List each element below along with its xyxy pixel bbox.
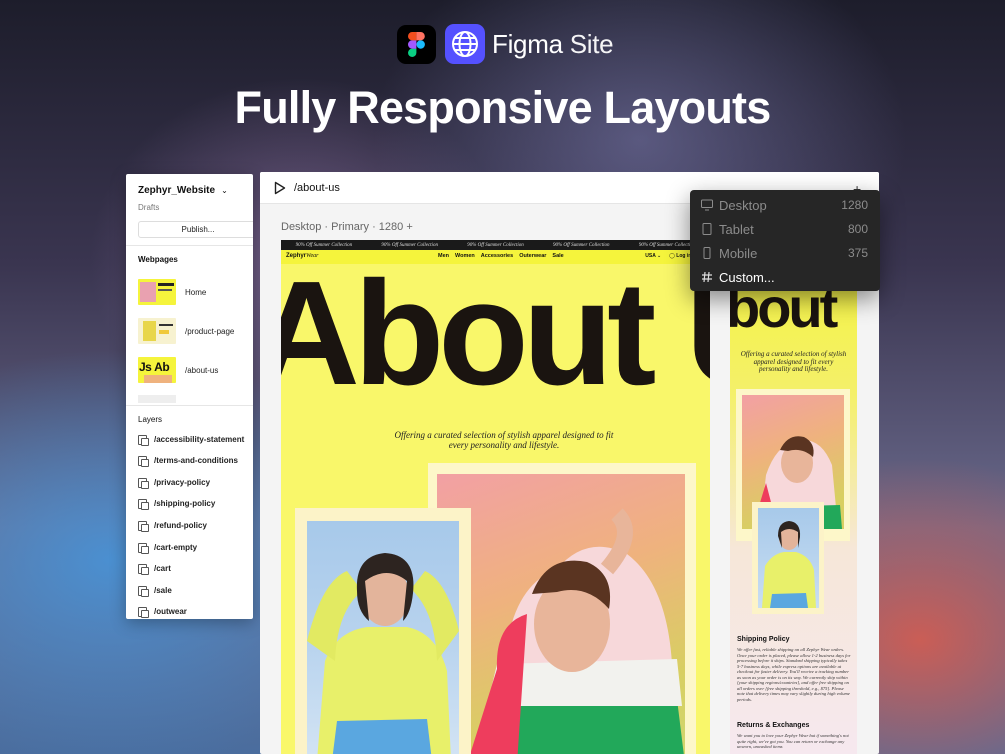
frame-icon (138, 434, 149, 446)
returns-body: We want you to love your Zephyr Wear but… (737, 733, 849, 749)
layers-heading: Layers (138, 415, 163, 424)
layer-label: /refund-policy (154, 520, 207, 530)
page-path: /about-us (294, 182, 340, 194)
option-value: 800 (847, 222, 868, 236)
option-name: Desktop (719, 198, 767, 213)
divider (126, 245, 253, 246)
figma-logo-icon (397, 24, 436, 64)
layer-label: /privacy-policy (154, 477, 211, 487)
shipping-body: We offer fast, reliable shipping on all … (737, 647, 851, 702)
frame-icon (138, 542, 149, 554)
page-label: Home (185, 287, 207, 297)
breakpoint-option-custom[interactable]: Custom... (690, 266, 880, 288)
shipping-heading: Shipping Policy (737, 636, 790, 643)
breakpoint-menu: Desktop 1280 Tablet 800 Mobile 375 Custo… (690, 190, 880, 291)
frame-icon (138, 563, 149, 575)
layer-label: /outwear (154, 606, 187, 616)
page-item-about-us[interactable]: Js Ab /about-us (138, 356, 248, 384)
layer-item[interactable]: /cart-empty (138, 541, 198, 554)
publish-button[interactable]: Publish... (138, 221, 253, 238)
mobile-preview: bout Offering a curated selection of sty… (730, 240, 857, 754)
brand-name: Figma Site (492, 28, 614, 60)
breakpoint-option-tablet[interactable]: Tablet 800 (690, 218, 880, 240)
sweatshirt-model-photo (758, 508, 819, 608)
returns-heading: Returns & Exchanges (737, 722, 810, 729)
layer-item[interactable]: /terms-and-conditions (138, 454, 239, 467)
promo-text: 90% Off Summer Collection (467, 242, 524, 248)
desktop-icon (701, 199, 713, 211)
option-name: Tablet (719, 222, 754, 237)
file-name: Zephyr_Website (138, 185, 216, 196)
layer-label: /shipping-policy (154, 498, 216, 508)
layer-item[interactable]: /outwear (138, 605, 187, 618)
layer-item[interactable]: /cart (138, 562, 171, 575)
promo-strip: 90% Off Summer Collection 90% Off Summer… (281, 240, 710, 250)
breakpoint-option-mobile[interactable]: Mobile 375 (690, 242, 880, 264)
page-thumbnail: Js Ab (138, 357, 176, 383)
layer-label: /cart (154, 563, 171, 573)
layer-item[interactable]: /shipping-policy (138, 497, 216, 510)
layer-item[interactable]: /accessibility-statement (138, 433, 245, 446)
frame-icon (138, 498, 149, 510)
mobile-hero-tagline: Offering a curated selection of stylish … (740, 350, 847, 374)
brand-name-primary: Figma (492, 28, 563, 59)
webpages-heading: Webpages (138, 255, 178, 264)
tablet-icon (702, 223, 712, 235)
layer-item[interactable]: /sale (138, 584, 172, 597)
layer-label: /accessibility-statement (154, 434, 245, 444)
option-name: Mobile (719, 246, 758, 261)
frame-icon (138, 520, 149, 532)
layer-label: /cart-empty (154, 542, 198, 552)
hoodie-model-photo (437, 474, 685, 754)
globe-icon (445, 24, 485, 64)
pages-panel: Zephyr_Website ⌄ Drafts Publish... Webpag… (126, 174, 253, 619)
frame-icon (138, 477, 149, 489)
page-thumbnail (138, 279, 176, 305)
drafts-label: Drafts (138, 203, 160, 212)
play-icon[interactable] (274, 181, 286, 195)
brand-name-secondary: Site (569, 28, 614, 59)
promo-text: 90% Off Summer Collection (381, 242, 438, 248)
sweatshirt-model-photo (307, 521, 459, 754)
page-thumbnail (138, 318, 176, 344)
layer-label: /terms-and-conditions (154, 455, 239, 465)
layer-item[interactable]: /refund-policy (138, 519, 207, 532)
promo-text: 90% Off Summer Collection (638, 242, 696, 248)
layer-item[interactable]: /privacy-policy (138, 476, 211, 489)
hash-icon (702, 271, 712, 283)
hero-heading: About U (281, 251, 710, 416)
page-label: /product-page (185, 326, 235, 336)
layer-label: /sale (154, 585, 172, 595)
divider (126, 405, 253, 406)
page-item-partial (138, 395, 248, 403)
page-item-product-page[interactable]: /product-page (138, 317, 248, 345)
mobile-icon (703, 247, 711, 259)
brand-lockup: Figma Site (397, 24, 614, 64)
desktop-preview: 90% Off Summer Collection 90% Off Summer… (281, 240, 710, 754)
option-value: 1280 (841, 198, 868, 212)
breakpoint-option-desktop[interactable]: Desktop 1280 (690, 194, 880, 216)
frame-icon (138, 455, 149, 467)
option-name: Custom... (719, 270, 775, 285)
page-headline: Fully Responsive Layouts (234, 82, 772, 133)
page-label: /about-us (185, 365, 219, 375)
frame-icon (138, 585, 149, 597)
page-item-home[interactable]: Home (138, 278, 248, 306)
breakpoint-label[interactable]: Desktop · Primary · 1280 + (281, 221, 413, 233)
file-name-menu[interactable]: Zephyr_Website ⌄ (138, 185, 228, 196)
page-thumbnail (138, 395, 176, 403)
promo-text: 90% Off Summer Collection (295, 242, 353, 248)
hero-tagline: Offering a curated selection of stylish … (394, 430, 614, 451)
chevron-down-icon: ⌄ (221, 186, 228, 195)
option-value: 375 (847, 246, 868, 260)
promo-text: 90% Off Summer Collection (553, 242, 610, 248)
frame-icon (138, 606, 149, 618)
